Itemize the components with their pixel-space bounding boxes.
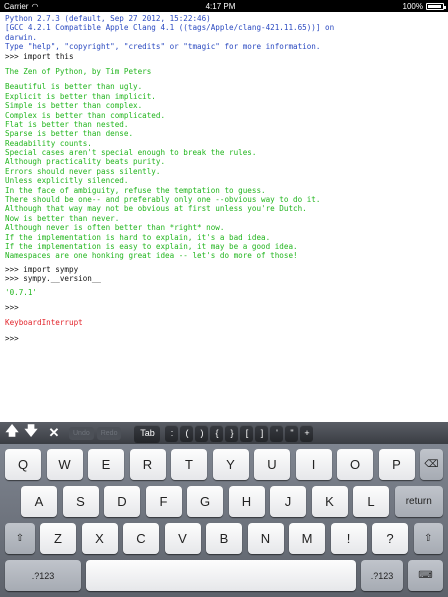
key-s[interactable]: S — [62, 486, 99, 517]
shift-key-right[interactable]: ⇧ — [413, 523, 443, 554]
key-o[interactable]: O — [337, 449, 373, 480]
key-l[interactable]: L — [353, 486, 389, 517]
zen-line: Readability counts. — [5, 138, 92, 148]
key-r[interactable]: R — [129, 449, 166, 480]
zen-line: Errors should never pass silently. — [5, 166, 161, 176]
numbers-key-left[interactable]: .?123 — [5, 560, 81, 591]
symbol-keys: :(){}[] ' " + — [165, 424, 314, 442]
zen-line: Explicit is better than implicit. — [5, 91, 156, 101]
carrier-label: Carrier — [4, 1, 29, 11]
battery-percent: 100% — [402, 1, 423, 11]
zen-title: The Zen of Python, by Tim Peters — [5, 66, 152, 76]
zen-output: Beautiful is better than ugly. Explicit i… — [5, 82, 443, 260]
zen-line: Unless explicitly silenced. — [5, 176, 129, 186]
hide-keyboard-key[interactable]: ⌨ — [408, 560, 443, 591]
key-i[interactable]: I — [295, 449, 332, 480]
clock: 4:17 PM — [205, 1, 236, 11]
key-u[interactable]: U — [254, 449, 290, 480]
tab-key[interactable]: Tab — [134, 424, 161, 442]
symbol-key[interactable]: { — [210, 424, 224, 442]
active-prompt[interactable]: >>> — [5, 334, 443, 343]
key-b[interactable]: B — [206, 523, 242, 554]
zen-line: If the implementation is hard to explain… — [5, 232, 271, 242]
redo-button[interactable]: Redo — [96, 426, 122, 440]
zen-line: In the face of ambiguity, refuse the tem… — [5, 185, 266, 195]
key-q[interactable]: Q — [5, 449, 41, 480]
input-line: >>> import sympy — [5, 264, 79, 274]
zen-line: Although practicality beats purity. — [5, 157, 166, 167]
undo-button[interactable]: Undo — [69, 426, 94, 440]
zen-line: Namespaces are one honking great idea --… — [5, 251, 298, 261]
symbol-key[interactable]: [ — [240, 424, 254, 442]
error-line: KeyboardInterrupt — [5, 318, 83, 328]
key-f[interactable]: F — [145, 486, 182, 517]
close-icon[interactable]: ✕ — [46, 425, 62, 441]
key-n[interactable]: N — [247, 523, 284, 554]
zen-line: Now is better than never. — [5, 213, 120, 223]
output-line: '0.7.1' — [5, 287, 38, 297]
key-exclamation[interactable]: ! — [330, 523, 367, 554]
down-arrow-icon[interactable]: 🡇 — [23, 423, 39, 441]
key-c[interactable]: C — [123, 523, 159, 554]
zen-line: Special cases aren't special enough to b… — [5, 148, 257, 158]
symbol-key[interactable]: ] — [255, 424, 269, 442]
zen-line: Complex is better than complicated. — [5, 110, 166, 120]
symbol-key[interactable]: : — [165, 424, 179, 442]
backspace-key[interactable]: ⌫ — [420, 449, 443, 480]
on-screen-keyboard: Q W E R T Y U I O P ⌫ A S D F G H J K Lreturn ⇧ Z X C V B N M!? ⇧ .?1… — [0, 444, 448, 597]
key-t[interactable]: T — [171, 449, 207, 480]
zen-line: Although never is often better than *rig… — [5, 223, 225, 233]
symbol-key[interactable]: ( — [180, 424, 194, 442]
key-question[interactable]: ? — [372, 523, 408, 554]
symbol-key[interactable]: } — [225, 424, 239, 442]
symbol-key[interactable]: + — [300, 424, 314, 442]
key-j[interactable]: J — [270, 486, 306, 517]
symbol-key[interactable]: " — [285, 424, 299, 442]
zen-line: Flat is better than nested. — [5, 119, 129, 129]
space-bar[interactable] — [86, 560, 356, 591]
zen-line: There should be one-- and preferably onl… — [5, 195, 321, 205]
symbol-key[interactable]: ) — [195, 424, 209, 442]
banner-line: Python 2.7.3 (default, Sep 27 2012, 15:2… — [5, 14, 211, 23]
key-y[interactable]: Y — [212, 449, 249, 480]
zen-line: If the implementation is easy to explain… — [5, 241, 298, 251]
key-k[interactable]: K — [311, 486, 348, 517]
keyboard-accessory-bar: 🡅 🡇 ✕ Undo Redo Tab :(){}[] ' " + — [0, 422, 448, 444]
symbol-key[interactable]: ' — [270, 424, 284, 442]
key-g[interactable]: G — [187, 486, 223, 517]
banner-line: Type "help", "copyright", "credits" or "… — [5, 42, 321, 52]
input-line: >>> import this — [5, 51, 74, 61]
prompt-line: >>> — [5, 302, 19, 312]
key-a[interactable]: A — [21, 486, 57, 517]
wifi-icon: ◠ — [31, 1, 39, 11]
banner-line: [GCC 4.2.1 Compatible Apple Clang 4.1 ((… — [5, 23, 335, 33]
key-h[interactable]: H — [228, 486, 265, 517]
key-d[interactable]: D — [104, 486, 140, 517]
return-key[interactable]: return — [394, 486, 443, 517]
status-bar: Carrier ◠ 4:17 PM 100% — [0, 0, 448, 12]
up-arrow-icon[interactable]: 🡅 — [4, 423, 20, 441]
key-x[interactable]: X — [81, 523, 118, 554]
zen-line: Sparse is better than dense. — [5, 129, 134, 139]
key-p[interactable]: P — [378, 449, 415, 480]
key-v[interactable]: V — [164, 523, 201, 554]
zen-line: Although that way may not be obvious at … — [5, 204, 307, 214]
key-m[interactable]: M — [289, 523, 325, 554]
key-e[interactable]: E — [88, 449, 124, 480]
key-w[interactable]: W — [46, 449, 83, 480]
input-line: >>> sympy.__version__ — [5, 274, 102, 284]
battery-icon — [425, 2, 446, 10]
banner-line: darwin. — [5, 32, 38, 42]
python-console[interactable]: Python 2.7.3 (default, Sep 27 2012, 15:2… — [0, 12, 448, 422]
zen-line: Simple is better than complex. — [5, 101, 143, 111]
shift-key-left[interactable]: ⇧ — [5, 523, 35, 554]
numbers-key-right[interactable]: .?123 — [361, 560, 403, 591]
zen-line: Beautiful is better than ugly. — [5, 82, 143, 92]
key-z[interactable]: Z — [40, 523, 76, 554]
